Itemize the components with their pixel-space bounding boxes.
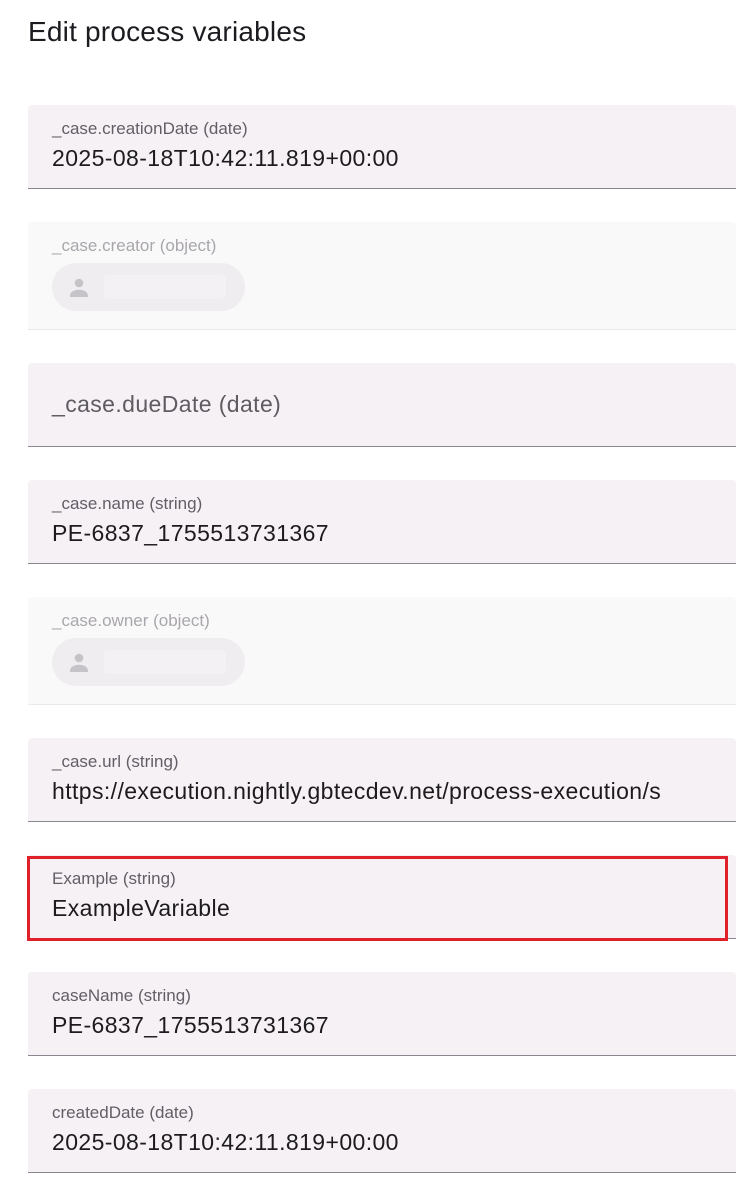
field-value[interactable]: 2025-08-18T10:42:11.819+00:00 <box>52 145 712 172</box>
field-label: _case.name (string) <box>52 494 203 513</box>
edit-process-variables-panel: Edit process variables _case.creationDat… <box>0 0 755 1193</box>
field-label: _case.url (string) <box>52 752 179 771</box>
field-case-due-date[interactable]: _case.dueDate (date) <box>28 363 736 447</box>
field-case-owner: _case.owner (object) <box>28 597 736 705</box>
field-value[interactable]: https://execution.nightly.gbtecdev.net/p… <box>52 778 712 805</box>
field-value[interactable]: PE-6837_1755513731367 <box>52 520 712 547</box>
user-chip-label <box>104 275 226 299</box>
user-chip <box>52 263 245 311</box>
field-case-name-variable[interactable]: caseName (string) PE-6837_1755513731367 <box>28 972 736 1056</box>
field-label: _case.creator (object) <box>52 236 217 255</box>
field-label: caseName (string) <box>52 986 191 1005</box>
field-label: _case.owner (object) <box>52 611 210 630</box>
user-chip <box>52 638 245 686</box>
user-chip-label <box>104 650 226 674</box>
field-case-url[interactable]: _case.url (string) https://execution.nig… <box>28 738 736 822</box>
field-value[interactable]: 2025-08-18T10:42:11.819+00:00 <box>52 1129 712 1156</box>
field-case-creator: _case.creator (object) <box>28 222 736 330</box>
field-case-creation-date[interactable]: _case.creationDate (date) 2025-08-18T10:… <box>28 105 736 189</box>
field-label: createdDate (date) <box>52 1103 194 1122</box>
field-value[interactable]: PE-6837_1755513731367 <box>52 1012 712 1039</box>
field-value[interactable]: ExampleVariable <box>52 895 712 922</box>
field-placeholder-label: _case.dueDate (date) <box>52 391 282 417</box>
field-label: _case.creationDate (date) <box>52 119 248 138</box>
field-created-date[interactable]: createdDate (date) 2025-08-18T10:42:11.8… <box>28 1089 736 1173</box>
person-icon <box>70 653 88 672</box>
field-label: Example (string) <box>52 869 176 888</box>
person-icon <box>70 278 88 297</box>
page-title: Edit process variables <box>28 16 307 47</box>
field-example[interactable]: Example (string) ExampleVariable <box>28 855 736 939</box>
field-case-name[interactable]: _case.name (string) PE-6837_175551373136… <box>28 480 736 564</box>
